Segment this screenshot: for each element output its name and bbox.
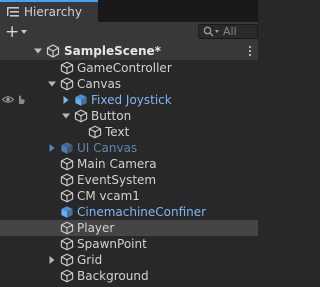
tree-row-label: Canvas xyxy=(77,77,122,91)
tab-bar: Hierarchy xyxy=(0,0,258,22)
tree-row-label: EventSystem xyxy=(77,173,157,187)
tree-row-background[interactable]: Background xyxy=(0,268,258,284)
tree-row-grid[interactable]: Grid xyxy=(0,252,258,268)
tab-hierarchy[interactable]: Hierarchy xyxy=(0,0,98,22)
plus-icon: + xyxy=(5,21,20,42)
tree-row-fixed-joystick[interactable]: Fixed Joystick xyxy=(0,92,258,108)
search-field[interactable] xyxy=(198,24,258,39)
hierarchy-rows: GameController Canvas Fixed Joystick But… xyxy=(0,60,258,284)
tree-row-cm-vcam1[interactable]: CM vcam1 xyxy=(0,188,258,204)
chevron-down-icon xyxy=(21,30,28,34)
tree-row-main-camera[interactable]: Main Camera xyxy=(0,156,258,172)
tree-row-cinemachineconfiner[interactable]: CinemachineConfiner xyxy=(0,204,258,220)
scene-name: SampleScene* xyxy=(64,44,161,58)
tree-row-label: UI Canvas xyxy=(77,141,138,155)
expand-arrow-icon[interactable] xyxy=(61,108,71,124)
tree-row-text[interactable]: Text xyxy=(0,124,258,140)
search-filter-caret-icon[interactable] xyxy=(215,30,219,33)
gameobject-cube-icon xyxy=(60,269,74,283)
prefab-cube-icon xyxy=(74,93,88,107)
tree-row-label: CM vcam1 xyxy=(77,189,140,203)
tree-row-canvas[interactable]: Canvas xyxy=(0,76,258,92)
tree-row-label: Main Camera xyxy=(77,157,157,171)
hierarchy-tree: SampleScene* GameController Canvas Fixed… xyxy=(0,42,258,284)
gameobject-cube-icon xyxy=(74,109,88,123)
prefab-cube-icon xyxy=(60,141,74,155)
tree-row-label: Text xyxy=(105,125,130,139)
collapsed-arrow-icon[interactable] xyxy=(47,140,57,156)
tree-row-label: Player xyxy=(77,221,115,235)
expand-arrow-icon[interactable] xyxy=(47,76,57,92)
gameobject-cube-icon xyxy=(88,125,102,139)
search-icon xyxy=(203,26,214,37)
unity-scene-icon xyxy=(46,44,60,58)
tree-row-label: Background xyxy=(77,269,149,283)
tree-row-label: Fixed Joystick xyxy=(91,93,172,107)
tab-title: Hierarchy xyxy=(24,5,83,19)
gameobject-cube-icon xyxy=(60,77,74,91)
tree-row-label: GameController xyxy=(77,61,172,75)
prefab-cube-icon xyxy=(60,205,74,219)
gameobject-cube-icon xyxy=(60,61,74,75)
gameobject-cube-icon xyxy=(60,237,74,251)
scene-row[interactable]: SampleScene* xyxy=(0,42,258,60)
tree-row-label: Button xyxy=(91,109,132,123)
hierarchy-toolbar: + xyxy=(0,22,258,43)
expand-arrow-icon[interactable] xyxy=(33,43,43,59)
tree-row-gamecontroller[interactable]: GameController xyxy=(0,60,258,76)
more-vertical-icon[interactable] xyxy=(248,45,252,57)
hierarchy-list-icon xyxy=(6,5,20,19)
tree-row-eventsystem[interactable]: EventSystem xyxy=(0,172,258,188)
gameobject-cube-icon xyxy=(60,173,74,187)
collapsed-arrow-icon[interactable] xyxy=(61,92,71,108)
visibility-eye-icon[interactable] xyxy=(2,95,14,104)
tree-row-label: SpawnPoint xyxy=(77,237,147,251)
tree-row-label: CinemachineConfiner xyxy=(77,205,207,219)
collapsed-arrow-icon[interactable] xyxy=(47,252,57,268)
search-input[interactable] xyxy=(223,25,255,38)
gameobject-cube-icon xyxy=(60,189,74,203)
tree-row-label: Grid xyxy=(77,253,103,267)
gameobject-cube-icon xyxy=(60,253,74,267)
tree-row-ui-canvas[interactable]: UI Canvas xyxy=(0,140,258,156)
create-dropdown-button[interactable]: + xyxy=(3,22,33,42)
pickable-hand-icon[interactable] xyxy=(16,94,26,105)
gameobject-cube-icon xyxy=(60,221,74,235)
tree-row-spawnpoint[interactable]: SpawnPoint xyxy=(0,236,258,252)
gameobject-cube-icon xyxy=(60,157,74,171)
tree-row-player[interactable]: Player xyxy=(0,220,258,236)
tree-row-button[interactable]: Button xyxy=(0,108,258,124)
